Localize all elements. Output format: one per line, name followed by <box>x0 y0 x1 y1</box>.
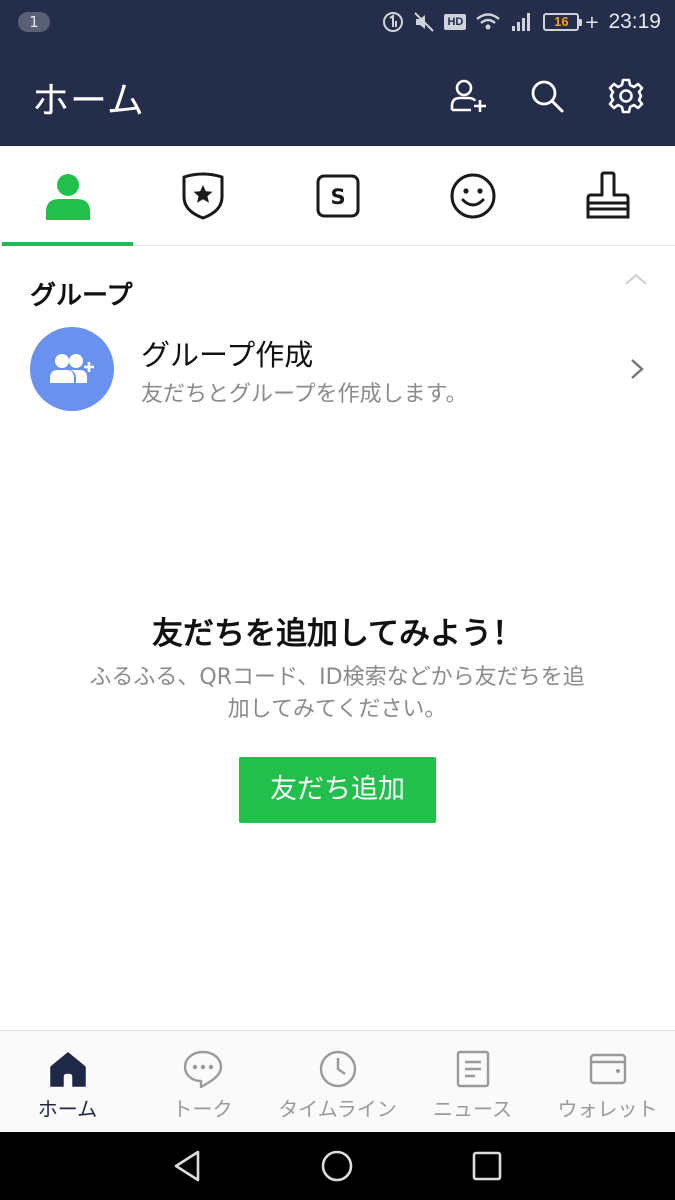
status-clock: 23:19 <box>608 10 661 33</box>
official-account-icon <box>182 172 223 219</box>
news-icon <box>456 1050 489 1088</box>
nav-label-talk: トーク <box>172 1097 233 1121</box>
settings-icon <box>608 78 644 114</box>
settings-button[interactable] <box>602 72 650 120</box>
clock-icon <box>319 1050 356 1088</box>
tab-official-accounts[interactable] <box>135 146 270 245</box>
tab-friends[interactable] <box>0 146 135 246</box>
hd-icon: HD <box>444 14 467 30</box>
page-title: ホーム <box>32 79 145 122</box>
wifi-icon <box>476 13 501 30</box>
home-icon <box>49 1052 86 1087</box>
friends-icon <box>45 173 90 220</box>
svg-text:S: S <box>330 185 345 209</box>
back-icon[interactable] <box>168 1146 208 1186</box>
sticker-shop-icon: S <box>316 174 359 217</box>
bottom-navigation: ホーム トーク タイムライン ニュース ウォレット <box>0 1030 675 1132</box>
signal-icon <box>512 13 531 31</box>
create-group-row[interactable]: グループ作成 友だちとグループを作成します。 <box>0 318 675 418</box>
tab-theme[interactable] <box>540 146 675 245</box>
empty-state-title: 友だちを追加してみよう！ <box>151 616 524 652</box>
nav-item-talk[interactable]: トーク <box>135 1031 270 1132</box>
status-icons: HD 16 + 23:19 <box>382 6 661 38</box>
battery-level: 16 <box>554 14 569 29</box>
create-group-title: グループ作成 <box>141 338 314 372</box>
nav-item-news[interactable]: ニュース <box>405 1031 540 1132</box>
add-friend-cta-button[interactable]: 友だち追加 <box>239 757 436 823</box>
charging-indicator: + <box>584 11 600 33</box>
nav-label-home: ホーム <box>37 1097 98 1121</box>
status-bar: 1 HD 16 + 23:19 <box>0 0 675 44</box>
theme-icon <box>586 171 629 218</box>
app-header: ホーム <box>0 44 675 146</box>
add-group-icon <box>50 354 94 383</box>
mute-icon <box>414 12 435 32</box>
system-navigation-bar <box>0 1132 675 1200</box>
nav-item-home[interactable]: ホーム <box>0 1031 135 1132</box>
category-tabs: S <box>0 146 675 246</box>
collapse-section-button[interactable] <box>620 268 652 292</box>
create-group-description: 友だちとグループを作成します。 <box>141 382 468 407</box>
tab-emoji[interactable] <box>405 146 540 245</box>
nav-label-wallet: ウォレット <box>557 1097 658 1121</box>
chevron-up-icon <box>625 273 647 285</box>
chat-icon <box>183 1050 222 1089</box>
chevron-right-icon <box>631 359 644 379</box>
nav-item-wallet[interactable]: ウォレット <box>540 1031 675 1132</box>
group-avatar <box>30 327 114 411</box>
section-title-groups: グループ <box>30 281 133 311</box>
data-saver-icon <box>383 12 404 32</box>
search-icon <box>531 80 564 113</box>
add-friend-button[interactable] <box>444 72 492 120</box>
emoji-icon <box>450 173 495 218</box>
home-system-icon[interactable] <box>317 1146 357 1186</box>
notification-count-badge: 1 <box>18 12 50 32</box>
recent-apps-icon[interactable] <box>467 1146 507 1186</box>
tab-sticker-shop[interactable]: S <box>270 146 405 245</box>
nav-label-timeline: タイムライン <box>278 1097 397 1121</box>
battery-icon: 16 <box>543 13 583 31</box>
wallet-icon <box>589 1053 626 1085</box>
search-button[interactable] <box>523 72 571 120</box>
add-friend-icon <box>450 79 486 112</box>
nav-item-timeline[interactable]: タイムライン <box>270 1031 405 1132</box>
nav-label-news: ニュース <box>433 1097 512 1121</box>
empty-state-description: ふるふる、QRコード、ID検索などから友だちを追加してみてください。 <box>89 665 585 722</box>
